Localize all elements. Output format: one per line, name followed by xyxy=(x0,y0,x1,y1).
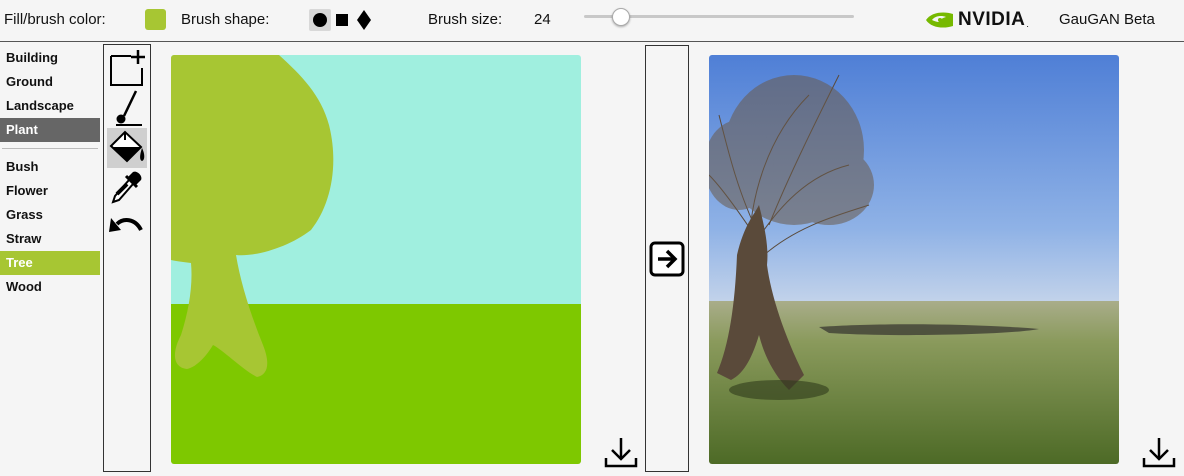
label-plant[interactable]: Plant xyxy=(0,118,100,142)
label-building[interactable]: Building xyxy=(0,46,100,70)
generated-image xyxy=(709,55,1119,464)
fill-color-label: Fill/brush color: xyxy=(4,11,106,28)
download-image-button[interactable] xyxy=(1142,436,1176,470)
brush-size-slider-thumb[interactable] xyxy=(612,8,630,26)
eyedropper-icon xyxy=(111,171,142,204)
label-wood[interactable]: Wood xyxy=(0,275,100,299)
new-canvas-button[interactable] xyxy=(107,48,147,88)
brush-size-label: Brush size: xyxy=(428,11,503,28)
arrow-right-icon xyxy=(649,241,685,277)
convert-column xyxy=(645,45,689,472)
brand-name: NVIDIA xyxy=(958,9,1026,30)
top-toolbar: Fill/brush color: Brush shape: Brush siz… xyxy=(0,0,1184,42)
label-bush[interactable]: Bush xyxy=(0,155,100,179)
label-palette: Building Ground Landscape Plant Bush Flo… xyxy=(0,46,102,299)
tree-shadow xyxy=(729,380,829,400)
square-brush-button[interactable] xyxy=(331,9,353,31)
segmentation-canvas[interactable] xyxy=(171,55,581,464)
label-ground[interactable]: Ground xyxy=(0,70,100,94)
trademark-mark: . xyxy=(1026,19,1029,29)
brush-icon xyxy=(116,90,142,126)
label-landscape[interactable]: Landscape xyxy=(0,94,100,118)
brush-tool-button[interactable] xyxy=(107,88,147,128)
undo-icon xyxy=(109,218,143,232)
paint-bucket-icon xyxy=(109,130,145,163)
label-flower[interactable]: Flower xyxy=(0,179,100,203)
square-icon xyxy=(336,14,348,26)
brush-shape-label: Brush shape: xyxy=(181,11,270,28)
label-grass[interactable]: Grass xyxy=(0,203,100,227)
label-tree[interactable]: Tree xyxy=(0,251,100,275)
eyedropper-tool-button[interactable] xyxy=(107,168,147,208)
circle-brush-button[interactable] xyxy=(309,9,331,31)
fill-tool-button[interactable] xyxy=(107,128,147,168)
undo-button[interactable] xyxy=(107,208,147,248)
new-canvas-icon xyxy=(110,50,145,86)
nvidia-logo: NVIDIA . xyxy=(924,9,1029,31)
diamond-brush-button[interactable] xyxy=(353,9,375,31)
app-title: GauGAN Beta xyxy=(1059,11,1155,28)
label-divider xyxy=(2,148,98,150)
diamond-icon xyxy=(357,10,371,30)
download-icon xyxy=(604,438,638,468)
tool-column xyxy=(103,44,151,472)
download-segmentation-button[interactable] xyxy=(604,436,638,470)
generated-landscape xyxy=(709,55,1119,464)
download-icon xyxy=(1142,438,1176,468)
brush-shape-selector xyxy=(309,9,375,31)
nvidia-eye-icon xyxy=(926,12,953,28)
circle-icon xyxy=(313,13,327,27)
segmentation-map xyxy=(171,55,581,464)
fill-color-swatch[interactable] xyxy=(145,9,166,30)
label-straw[interactable]: Straw xyxy=(0,227,100,251)
render-button[interactable] xyxy=(649,241,685,277)
brush-size-value: 24 xyxy=(534,11,551,28)
